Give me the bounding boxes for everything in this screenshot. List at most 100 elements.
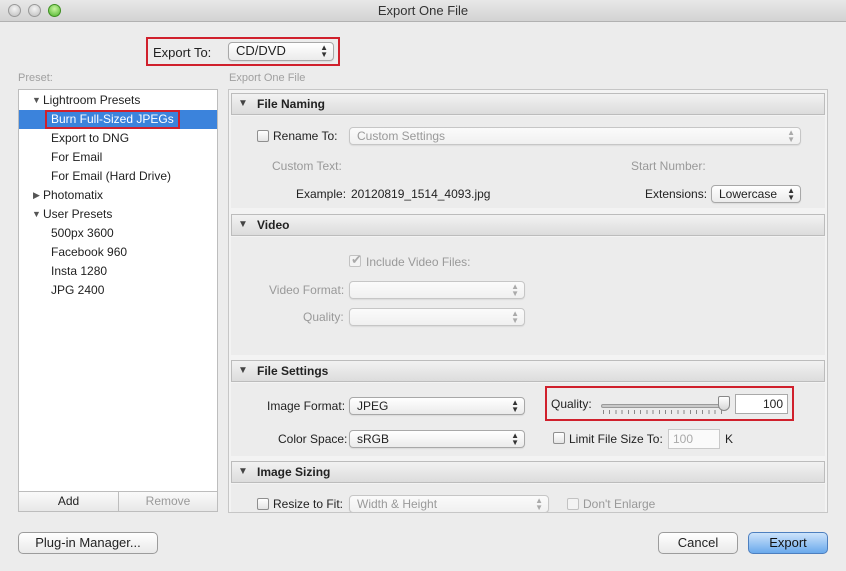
panel-section-label: Export One File — [229, 72, 306, 84]
export-button[interactable]: Export — [748, 532, 828, 554]
quality-slider-ticks — [603, 410, 727, 414]
up-down-arrows-icon: ▲ ▼ — [511, 309, 519, 325]
file-naming-body: Rename To: Custom Settings ▲ ▼ Custom Tex… — [231, 116, 825, 208]
include-video-checkbox[interactable]: ✔ — [349, 252, 362, 267]
image-format-select[interactable]: JPEG ▲ ▼ — [349, 397, 525, 415]
plugin-manager-button[interactable]: Plug-in Manager... — [18, 532, 158, 554]
minimize-window-button[interactable] — [28, 4, 41, 17]
rename-template-value: Custom Settings — [357, 129, 446, 143]
extensions-value: Lowercase — [719, 187, 778, 201]
limit-file-size-checkbox[interactable] — [553, 432, 565, 444]
disclosure-expanded-icon[interactable]: ▼ — [32, 91, 41, 110]
preset-item-for-email-hard-drive[interactable]: For Email (Hard Drive) — [19, 167, 217, 186]
remove-preset-button[interactable]: Remove — [119, 492, 217, 511]
zoom-window-button[interactable] — [48, 4, 61, 17]
preset-item-burn-full-sized-jpegs[interactable]: Burn Full-Sized JPEGs — [19, 110, 217, 129]
resize-mode-select[interactable]: Width & Height ▲ ▼ — [349, 495, 549, 512]
color-space-label: Color Space: — [278, 432, 348, 446]
quality-slider-handle[interactable] — [718, 396, 730, 411]
export-to-label: Export To: — [153, 45, 212, 60]
dont-enlarge-label: Don't Enlarge — [583, 497, 656, 511]
preset-group-label: Lightroom Presets — [43, 93, 141, 107]
limit-file-size-label: Limit File Size To: — [569, 432, 663, 446]
section-title: Video — [257, 218, 290, 232]
disclosure-expanded-icon[interactable]: ▼ — [238, 361, 248, 381]
section-title: File Settings — [257, 364, 329, 378]
preset-item-for-email[interactable]: For Email — [19, 148, 217, 167]
up-down-arrows-icon: ▲ ▼ — [511, 431, 519, 447]
preset-item-export-to-dng[interactable]: Export to DNG — [19, 129, 217, 148]
limit-file-size-input[interactable]: 100 — [668, 429, 720, 449]
section-header-image-sizing[interactable]: ▼ Image Sizing — [231, 461, 825, 483]
close-window-button[interactable] — [8, 4, 21, 17]
preset-group-lightroom[interactable]: ▼ Lightroom Presets — [19, 91, 217, 110]
resize-mode-value: Width & Height — [357, 497, 438, 511]
preset-item-facebook-960[interactable]: Facebook 960 — [19, 243, 217, 262]
preset-item-label: Facebook 960 — [51, 245, 128, 259]
preset-item-500px-3600[interactable]: 500px 3600 — [19, 224, 217, 243]
export-to-value: CD/DVD — [236, 43, 286, 58]
resize-to-fit-checkbox[interactable] — [257, 498, 269, 510]
up-down-arrows-icon: ▲ ▼ — [511, 398, 519, 414]
disclosure-expanded-icon[interactable]: ▼ — [32, 205, 41, 224]
include-video-label: Include Video Files: — [366, 255, 471, 269]
custom-text-label: Custom Text: — [272, 159, 342, 173]
preset-item-insta-1280[interactable]: Insta 1280 — [19, 262, 217, 281]
preset-item-label: JPG 2400 — [51, 283, 105, 297]
example-label: Example: — [296, 187, 347, 201]
image-format-label: Image Format: — [267, 399, 346, 413]
quality-input[interactable]: 100 — [735, 394, 788, 414]
cancel-button[interactable]: Cancel — [658, 532, 738, 554]
quality-slider-track[interactable] — [601, 404, 729, 408]
section-title: Image Sizing — [257, 465, 331, 479]
title-bar: Export One File — [0, 0, 846, 22]
preset-item-label: Burn Full-Sized JPEGs — [45, 110, 180, 129]
up-down-arrows-icon: ▲ ▼ — [535, 496, 543, 512]
add-preset-button[interactable]: Add — [19, 492, 119, 511]
jpeg-quality-group: Quality: 100 — [545, 386, 794, 421]
up-down-arrows-icon: ▲ ▼ — [787, 128, 795, 144]
preset-item-label: For Email — [51, 150, 103, 164]
rename-template-select[interactable]: Custom Settings ▲ ▼ — [349, 127, 801, 145]
preset-item-label: For Email (Hard Drive) — [51, 169, 172, 183]
disclosure-expanded-icon[interactable]: ▼ — [238, 215, 248, 235]
rename-to-checkbox[interactable] — [257, 130, 269, 142]
preset-item-label: 500px 3600 — [51, 226, 114, 240]
export-to-select[interactable]: CD/DVD ▲ ▼ — [228, 42, 334, 61]
preset-buttons: Add Remove — [18, 492, 218, 512]
quality-label: Quality: — [551, 397, 592, 411]
video-format-select[interactable]: ▲ ▼ — [349, 281, 525, 299]
preset-item-label: Insta 1280 — [51, 264, 108, 278]
disclosure-collapsed-icon[interactable]: ▶ — [33, 186, 40, 205]
export-to-group: Export To: CD/DVD ▲ ▼ — [146, 37, 340, 66]
video-body: ✔ Include Video Files: Video Format: ▲ ▼ … — [231, 237, 825, 355]
up-down-arrows-icon: ▲ ▼ — [511, 282, 519, 298]
dont-enlarge-checkbox[interactable] — [567, 498, 579, 510]
preset-item-label: Export to DNG — [51, 131, 130, 145]
up-down-arrows-icon: ▲ ▼ — [320, 43, 328, 59]
video-quality-label: Quality: — [303, 310, 344, 324]
section-header-video[interactable]: ▼ Video — [231, 214, 825, 236]
section-header-file-settings[interactable]: ▼ File Settings — [231, 360, 825, 382]
disclosure-expanded-icon[interactable]: ▼ — [238, 94, 248, 114]
start-number-label: Start Number: — [631, 159, 706, 173]
video-quality-select[interactable]: ▲ ▼ — [349, 308, 525, 326]
rename-to-label: Rename To: — [273, 129, 338, 143]
extensions-select[interactable]: Lowercase ▲ ▼ — [711, 185, 801, 203]
preset-section-label: Preset: — [18, 72, 53, 84]
checkmark-icon: ✔ — [351, 252, 362, 267]
preset-group-label: User Presets — [43, 207, 113, 221]
export-settings-panel[interactable]: ▼ File Naming Rename To: Custom Settings… — [228, 89, 828, 513]
color-space-value: sRGB — [357, 432, 390, 446]
section-header-file-naming[interactable]: ▼ File Naming — [231, 93, 825, 115]
color-space-select[interactable]: sRGB ▲ ▼ — [349, 430, 525, 448]
image-sizing-body: Resize to Fit: Width & Height ▲ ▼ Don't E… — [231, 484, 825, 512]
preset-list: ▼ Lightroom Presets Burn Full-Sized JPEG… — [18, 89, 218, 492]
preset-group-label: Photomatix — [43, 188, 104, 202]
preset-group-user-presets[interactable]: ▼ User Presets — [19, 205, 217, 224]
example-filename: 20120819_1514_4093.jpg — [351, 187, 491, 201]
preset-group-photomatix[interactable]: ▶ Photomatix — [19, 186, 217, 205]
disclosure-expanded-icon[interactable]: ▼ — [238, 462, 248, 482]
up-down-arrows-icon: ▲ ▼ — [787, 186, 795, 202]
preset-item-jpg-2400[interactable]: JPG 2400 — [19, 281, 217, 300]
